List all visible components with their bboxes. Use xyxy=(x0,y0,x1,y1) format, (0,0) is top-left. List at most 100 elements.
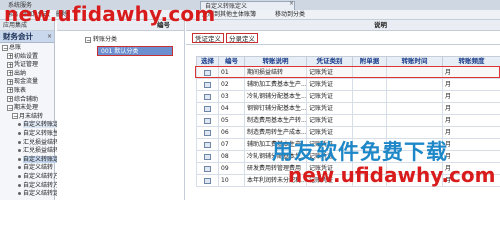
tab-system-service[interactable]: 系统服务 xyxy=(4,1,36,10)
cell-select[interactable] xyxy=(196,162,219,175)
delete-button[interactable]: 删除 xyxy=(56,11,68,19)
tree-item[interactable]: +账表 xyxy=(0,87,54,96)
tree-item-label: 账表 xyxy=(14,86,27,94)
sidebar-section-title[interactable]: 财务会计 xyxy=(0,31,54,43)
cell-select[interactable] xyxy=(196,90,219,103)
tree-item[interactable]: 自定义结转方 xyxy=(0,182,59,191)
collapse-icon[interactable]: − xyxy=(12,113,18,120)
col-number[interactable]: 编号 xyxy=(218,56,245,67)
copy-to-other-ledger-button[interactable]: 复制到其他主体账簿 xyxy=(202,11,256,19)
tree-item[interactable]: +现金流量 xyxy=(0,78,54,87)
leaf-dot-icon xyxy=(18,140,21,144)
cell-voucher-type: 记账凭证 xyxy=(306,174,353,187)
col-voucher-type[interactable]: 凭证类别 xyxy=(306,56,353,67)
panel-header-description: 说明 xyxy=(374,21,387,29)
tab-voucher-definition[interactable]: 凭证定义 xyxy=(192,33,224,43)
cell-select[interactable] xyxy=(196,174,219,187)
add-button[interactable]: 增加 xyxy=(22,11,34,19)
expand-icon[interactable]: + xyxy=(7,70,13,77)
transfer-table: 选择 编号 转账说明 凭证类别 附单据 转账时间 转账频度 01 期间损益结转 记账… xyxy=(196,56,500,187)
row-checkbox[interactable] xyxy=(204,81,211,88)
cell-transfer-time xyxy=(386,138,443,151)
tree-item-label: 自定义转账定 xyxy=(23,155,60,163)
row-checkbox[interactable] xyxy=(204,69,211,76)
output-button[interactable]: 输出 xyxy=(6,11,18,19)
cell-select[interactable] xyxy=(196,126,219,139)
tree-item-label: 期末处理 xyxy=(14,104,39,112)
cell-frequency: 月 xyxy=(442,150,500,163)
row-checkbox[interactable] xyxy=(204,177,211,184)
tree-item[interactable]: −期末处理 xyxy=(0,104,54,113)
table-row[interactable]: 10 本年利润转未分配利... 记账凭证 月 xyxy=(196,174,500,187)
row-checkbox[interactable] xyxy=(204,153,211,160)
table-row[interactable]: 03 冷轧钢辅分配基本生... 记账凭证 月 xyxy=(196,90,500,103)
table-row[interactable]: 02 辅助加工费基本生产... 记账凭证 月 xyxy=(196,78,500,91)
tab-entry-definition[interactable]: 分录定义 xyxy=(226,33,258,43)
move-to-category-button[interactable]: 移动到分类 xyxy=(275,11,305,19)
tree-item-label: 汇兑损益结转 xyxy=(23,147,60,155)
tree-item[interactable]: 自定义结转 xyxy=(0,164,54,173)
cell-voucher-type: 记账凭证 xyxy=(306,162,353,175)
sidebar-close-icon[interactable]: × xyxy=(47,33,52,40)
cell-select[interactable] xyxy=(196,102,219,115)
tree-item[interactable]: 汇兑损益结转 xyxy=(0,147,59,156)
tree-item[interactable]: +综合辅助 xyxy=(0,96,54,105)
leaf-dot-icon xyxy=(18,183,21,187)
nav-tree: −总账 +初始设置 +凭证管理 +出纳 +现金流量 +账表 +综合辅助 −期末处理 −月末结转自… xyxy=(0,43,60,199)
cell-select[interactable] xyxy=(196,150,219,163)
category-default-item[interactable]: 001 默认分类 xyxy=(97,46,173,56)
tree-item[interactable]: 自定义结转方 xyxy=(0,173,59,182)
table-row[interactable]: 05 制造费用基本生产转... 记账凭证 月 xyxy=(196,114,500,127)
cell-frequency: 月 xyxy=(442,102,500,115)
row-checkbox[interactable] xyxy=(204,141,211,148)
col-attachments[interactable]: 附单据 xyxy=(352,56,387,67)
col-transfer-time[interactable]: 转账时间 xyxy=(386,56,443,67)
expand-icon[interactable]: + xyxy=(7,78,13,85)
cell-select[interactable] xyxy=(196,78,219,91)
row-checkbox[interactable] xyxy=(204,129,211,136)
cell-attachments xyxy=(352,162,387,175)
tree-item[interactable]: 自定义转账生 xyxy=(0,130,59,139)
col-description[interactable]: 转账说明 xyxy=(244,56,307,67)
table-row[interactable]: 07 辅助加工费基本生产... 记账凭证 月 xyxy=(196,138,500,151)
col-frequency[interactable]: 转账频度 xyxy=(442,56,500,67)
cell-select[interactable] xyxy=(196,138,219,151)
tree-item[interactable]: −总账 xyxy=(0,44,54,53)
tree-item-label: 自定义转账定 xyxy=(23,121,60,129)
row-checkbox[interactable] xyxy=(204,165,211,172)
table-row[interactable]: 09 研发费用转管理费用 记账凭证 月 xyxy=(196,162,500,175)
cell-transfer-time xyxy=(386,126,443,139)
cell-select[interactable] xyxy=(196,114,219,127)
row-checkbox[interactable] xyxy=(204,93,211,100)
table-row[interactable]: 04 钢铆钉辅分配基本生... 记账凭证 月 xyxy=(196,102,500,115)
cell-transfer-time xyxy=(386,150,443,163)
table-row[interactable]: 06 制造费用转生产成本... 记账凭证 月 xyxy=(196,126,500,139)
cell-voucher-type: 记账凭证 xyxy=(306,90,353,103)
row-checkbox[interactable] xyxy=(204,105,211,112)
transfer-definition-panel: 说明 凭证定义 分录定义 选择 编号 转账说明 凭证类别 附单据 转账时间 转账… xyxy=(186,20,500,200)
table-row[interactable]: 08 冷轧钢辅分配基本生... 记账凭证 月 xyxy=(196,150,500,163)
tree-item[interactable]: +初始设置 xyxy=(0,53,54,62)
expand-icon[interactable]: + xyxy=(7,87,13,94)
tree-item[interactable]: 自定义转账定 xyxy=(0,121,60,130)
table-row[interactable]: 01 期间损益结转 记账凭证 月 xyxy=(196,66,500,79)
expand-icon[interactable]: + xyxy=(7,96,13,103)
tree-item[interactable]: 自定义结转定 xyxy=(0,190,59,199)
edit-button[interactable]: 修改 xyxy=(38,11,50,19)
tree-item[interactable]: +凭证管理 xyxy=(0,61,54,70)
collapse-icon[interactable]: − xyxy=(2,44,8,51)
collapse-icon[interactable]: − xyxy=(85,36,91,43)
cell-select[interactable] xyxy=(196,66,219,79)
expand-icon[interactable]: + xyxy=(7,61,13,68)
tab-custom-transfer-definition[interactable]: 自定义转账定义 xyxy=(200,1,295,10)
tree-item-label: 综合辅助 xyxy=(14,95,39,103)
collapse-icon[interactable]: − xyxy=(7,104,13,111)
col-select[interactable]: 选择 xyxy=(196,56,219,67)
sidebar-app-integration[interactable]: 应用集成 xyxy=(0,20,54,31)
tree-item[interactable]: 汇兑损益结转 xyxy=(0,139,59,148)
close-tab-icon[interactable]: × xyxy=(289,0,294,7)
expand-icon[interactable]: + xyxy=(7,53,13,60)
row-checkbox[interactable] xyxy=(204,117,211,124)
category-root[interactable]: − 转账分类 xyxy=(85,35,184,44)
cell-description: 制造费用转生产成本... xyxy=(244,126,307,139)
